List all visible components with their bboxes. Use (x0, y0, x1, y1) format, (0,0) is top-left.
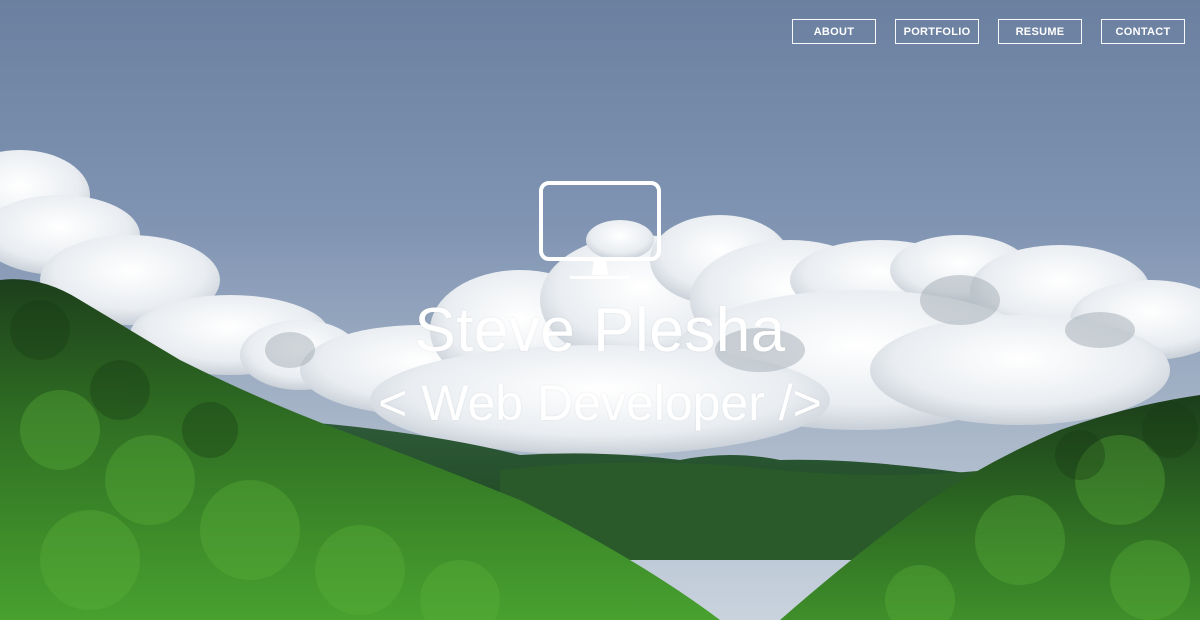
nav-about-button[interactable]: ABOUT (792, 19, 876, 44)
hero-name: Steve Plesha (414, 296, 786, 365)
hero-content: Steve Plesha < Web Developer /> (0, 180, 1200, 428)
nav-portfolio-button[interactable]: PORTFOLIO (895, 19, 979, 44)
nav-contact-button[interactable]: CONTACT (1101, 19, 1185, 44)
nav-resume-button[interactable]: RESUME (998, 19, 1082, 44)
top-navigation: ABOUT PORTFOLIO RESUME CONTACT (792, 19, 1185, 44)
monitor-icon (539, 181, 661, 279)
hero-title: < Web Developer /> (378, 375, 822, 431)
hero-section: ABOUT PORTFOLIO RESUME CONTACT Steve Ple… (0, 0, 1200, 620)
